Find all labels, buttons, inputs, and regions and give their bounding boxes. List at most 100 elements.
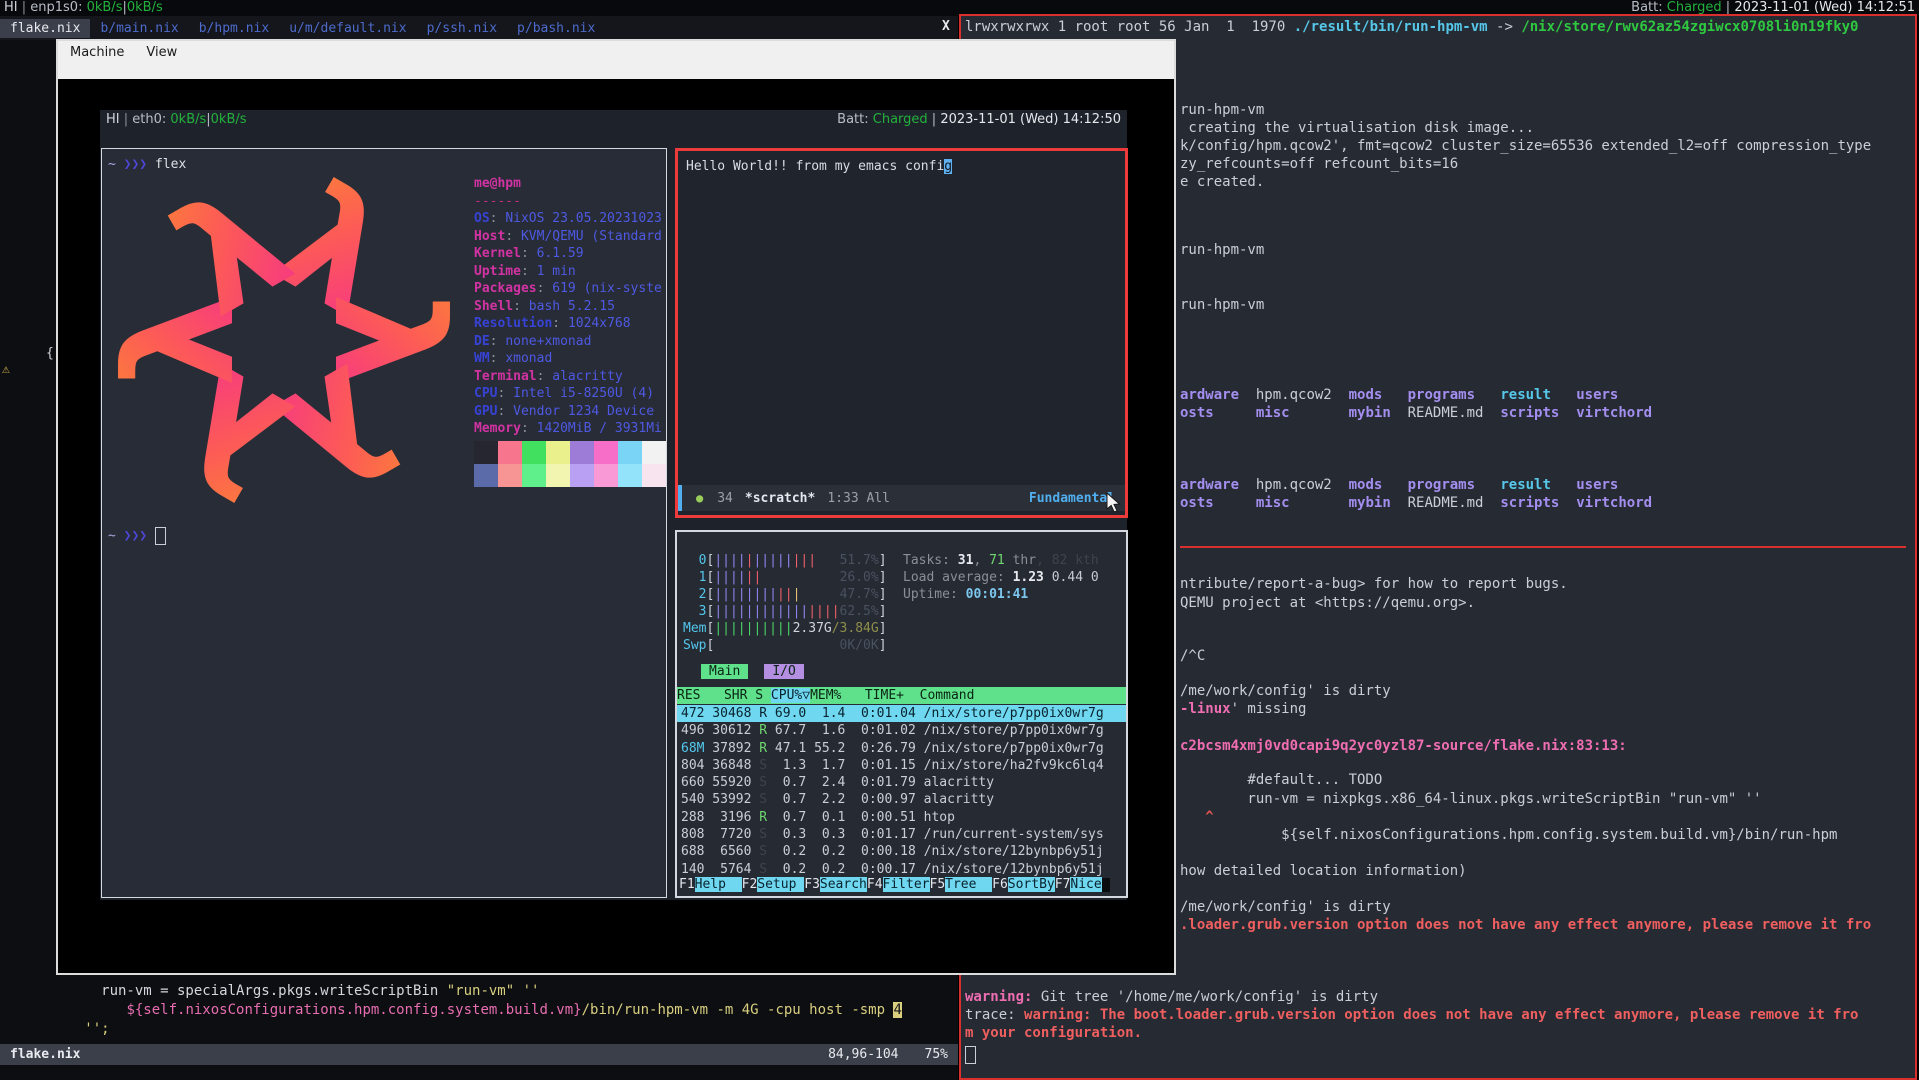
warning-icon: ⚠ — [2, 362, 10, 377]
terminal-output-line: c2bcsm4xmj0vd0capi9q2yc0yzl87-source/fla… — [1180, 737, 1627, 755]
neofetch-line-WM: WM: xmonad — [474, 350, 662, 368]
terminal-output-line: k/config/hpm.qcow2', fmt=qcow2 cluster_s… — [1180, 137, 1871, 155]
vm-network-status: HI | eth0: 0kB/s|0kB/s — [106, 110, 247, 130]
htop-cursor-block — [1102, 878, 1110, 892]
editor-tab-p/bash.nix[interactable]: p/bash.nix — [507, 19, 605, 38]
htop-table-header[interactable]: RES SHR S CPU%▽MEM% TIME+ Command — [677, 687, 1126, 704]
vm-htop-window[interactable]: 0[||||||||||||| 51.7%] 1[|||||| 26.0%] 2… — [675, 530, 1128, 898]
terminal-line-symlink: lrwxrwxrwx 1 root root 56 Jan 1 1970 ./r… — [965, 18, 1858, 36]
neofetch-output: me@hpm------OS: NixOS 23.05.20231023Host… — [474, 175, 662, 438]
fkey-F2[interactable]: F2Setup — [742, 877, 805, 892]
terminal-output-line: /me/work/config' is dirty — [1180, 898, 1391, 916]
neofetch-line-Shell: Shell: bash 5.2.15 — [474, 298, 662, 316]
htop-cpu-memory-gauges: 0[||||||||||||| 51.7%] 1[|||||| 26.0%] 2… — [683, 552, 887, 654]
editor-code-area[interactable]: run-vm = specialArgs.pkgs.writeScriptBin… — [0, 982, 958, 1039]
terminal-output-line: trace: warning: The boot.loader.grub.ver… — [965, 1006, 1858, 1024]
vm-emacs-window[interactable]: Hello World!! from my emacs config ● 34 … — [675, 148, 1128, 518]
fkey-F6[interactable]: F6SortBy — [992, 877, 1055, 892]
terminal-output-line: zy_refcounts=off refcount_bits=16 — [1180, 155, 1458, 173]
buffer-size: 34 — [717, 491, 733, 506]
terminal-color-swatch — [474, 441, 498, 464]
terminal-output-line: /^C — [1180, 647, 1205, 665]
editor-tab-bar: flake.nixb/main.nixb/hpm.nixu/m/default.… — [0, 16, 958, 40]
vm-terminal-window[interactable]: ~ ❯❯❯ flex λ λ λ — [101, 148, 667, 898]
menu-machine[interactable]: Machine — [70, 45, 124, 60]
htop-row[interactable]: 140 5764 S 0.2 0.2 0:00.17 /nix/store/12… — [677, 861, 1126, 878]
terminal-output-line: m your configuration. — [965, 1024, 1142, 1042]
text-cursor: g — [944, 159, 952, 174]
buffer-name: *scratch* — [745, 491, 815, 506]
htop-tab-Main[interactable]: Main — [701, 664, 748, 679]
vm-emacs-buffer-text: Hello World!! from my emacs config — [686, 159, 952, 174]
neofetch-line-Packages: Packages: 619 (nix-syste — [474, 280, 662, 298]
htop-row[interactable]: 68M 37892 R 47.1 55.2 0:26.79 /nix/store… — [677, 740, 1126, 757]
modeline-percent: 75% — [925, 1044, 948, 1065]
htop-row[interactable]: 688 6560 S 0.2 0.2 0:00.18 /nix/store/12… — [677, 843, 1126, 860]
htop-function-key-bar: F1Help F2Setup F3SearchF4FilterF5Tree F6… — [679, 877, 1110, 892]
terminal-output-line: run-hpm-vm — [1180, 241, 1264, 259]
vm-battery-clock: Batt: Charged | 2023-11-01 (Wed) 14:12:5… — [837, 110, 1121, 130]
editor-tab-p/ssh.nix[interactable]: p/ssh.nix — [417, 19, 507, 38]
htop-row[interactable]: 804 36848 S 1.3 1.7 0:01.15 /nix/store/h… — [677, 757, 1126, 774]
neofetch-line-Resolution: Resolution: 1024x768 — [474, 315, 662, 333]
major-mode: Fundamental — [1029, 491, 1115, 506]
terminal-color-swatch — [546, 441, 570, 464]
htop-row[interactable]: 808 7720 S 0.3 0.3 0:01.17 /run/current-… — [677, 826, 1126, 843]
terminal-output-line: .loader.grub.version option does not hav… — [1180, 916, 1871, 934]
htop-tabs: Main I/O — [701, 664, 820, 679]
editor-fringe-brace: { — [46, 346, 54, 361]
buffer-position: 1:33 All — [827, 491, 890, 506]
neofetch-line-Memory: Memory: 1420MiB / 3931Mi — [474, 420, 662, 438]
menu-view[interactable]: View — [146, 45, 177, 60]
fkey-F4[interactable]: F4Filter — [867, 877, 930, 892]
terminal-color-swatch — [522, 441, 546, 464]
modeline-filename: flake.nix — [10, 1044, 80, 1065]
neofetch-line-Uptime: Uptime: 1 min — [474, 263, 662, 281]
fkey-F1[interactable]: F1Help — [679, 877, 742, 892]
vm-shell-prompt-2: ~ ❯❯❯ — [108, 527, 166, 545]
terminal-color-swatch — [570, 464, 594, 487]
htop-row[interactable]: 496 30612 R 67.7 1.6 0:01.02 /nix/store/… — [677, 722, 1126, 739]
terminal-output-line: ardware hpm.qcow2 mods programs result u… — [1180, 386, 1618, 404]
terminal-output-line: run-vm = nixpkgs.x86_64-linux.pkgs.write… — [1180, 790, 1762, 808]
fkey-F3[interactable]: F3Search — [804, 877, 867, 892]
terminal-output-line: osts misc mybin README.md scripts virtch… — [1180, 494, 1652, 512]
buffer-state-dot: ● — [696, 491, 703, 505]
terminal-color-swatch — [594, 464, 618, 487]
terminal-output-line: creating the virtualisation disk image..… — [1180, 119, 1534, 137]
editor-tab-b/main.nix[interactable]: b/main.nix — [90, 19, 188, 38]
editor-modeline: flake.nix 84,96-104 75% — [0, 1044, 958, 1065]
terminal-output-line: #default... TODO — [1180, 771, 1382, 789]
modeline-accent-bar — [678, 485, 682, 511]
qemu-vm-window[interactable]: Machine View HI | eth0: 0kB/s|0kB/s Batt… — [56, 39, 1176, 975]
htop-tasks-load-uptime: Tasks: 31, 71 thr, 82 kthLoad average: 1… — [903, 552, 1099, 603]
terminal-color-swatch — [522, 464, 546, 487]
editor-tab-flake.nix[interactable]: flake.nix — [0, 19, 90, 38]
editor-tab-b/hpm.nix[interactable]: b/hpm.nix — [189, 19, 279, 38]
neofetch-line-Host: Host: KVM/QEMU (Standard — [474, 228, 662, 246]
tab-overflow-indicator: X — [942, 19, 950, 34]
editor-tab-u/m/default.nix[interactable]: u/m/default.nix — [279, 19, 416, 38]
terminal-output-line: -linux' missing — [1180, 700, 1306, 718]
terminal-color-swatch — [618, 464, 642, 487]
vm-shell-prompt: ~ ❯❯❯ flex — [108, 157, 186, 172]
terminal-output-line: /me/work/config' is dirty — [1180, 682, 1391, 700]
terminal-color-swatch — [546, 464, 570, 487]
neofetch-line-Terminal: Terminal: alacritty — [474, 368, 662, 386]
htop-row[interactable]: 540 53992 S 0.7 2.2 0:00.97 alacritty — [677, 791, 1126, 808]
terminal-output-line: how detailed location information) — [1180, 862, 1467, 880]
terminal-color-swatch — [642, 464, 666, 487]
mouse-cursor — [1106, 492, 1124, 514]
htop-row[interactable]: 288 3196 R 0.7 0.1 0:00.51 htop — [677, 809, 1126, 826]
neofetch-line-CPU: CPU: Intel i5-8250U (4) — [474, 385, 662, 403]
fkey-F5[interactable]: F5Tree — [930, 877, 993, 892]
host-network-status: HI | enp1s0: 0kB/s|0kB/s — [4, 0, 163, 16]
htop-row[interactable]: 472 30468 R 69.0 1.4 0:01.04 /nix/store/… — [677, 705, 1126, 722]
terminal-output-line: e created. — [1180, 173, 1264, 191]
terminal-red-divider — [1180, 546, 1906, 548]
fkey-F7[interactable]: F7Nice — [1055, 877, 1102, 892]
terminal-output-line: ^ — [1180, 808, 1214, 826]
htop-row[interactable]: 660 55920 S 0.7 2.4 0:01.79 alacritty — [677, 774, 1126, 791]
vm-emacs-modeline: ● 34 *scratch* 1:33 All Fundamental — [678, 485, 1125, 511]
htop-tab-I/O[interactable]: I/O — [764, 664, 803, 679]
